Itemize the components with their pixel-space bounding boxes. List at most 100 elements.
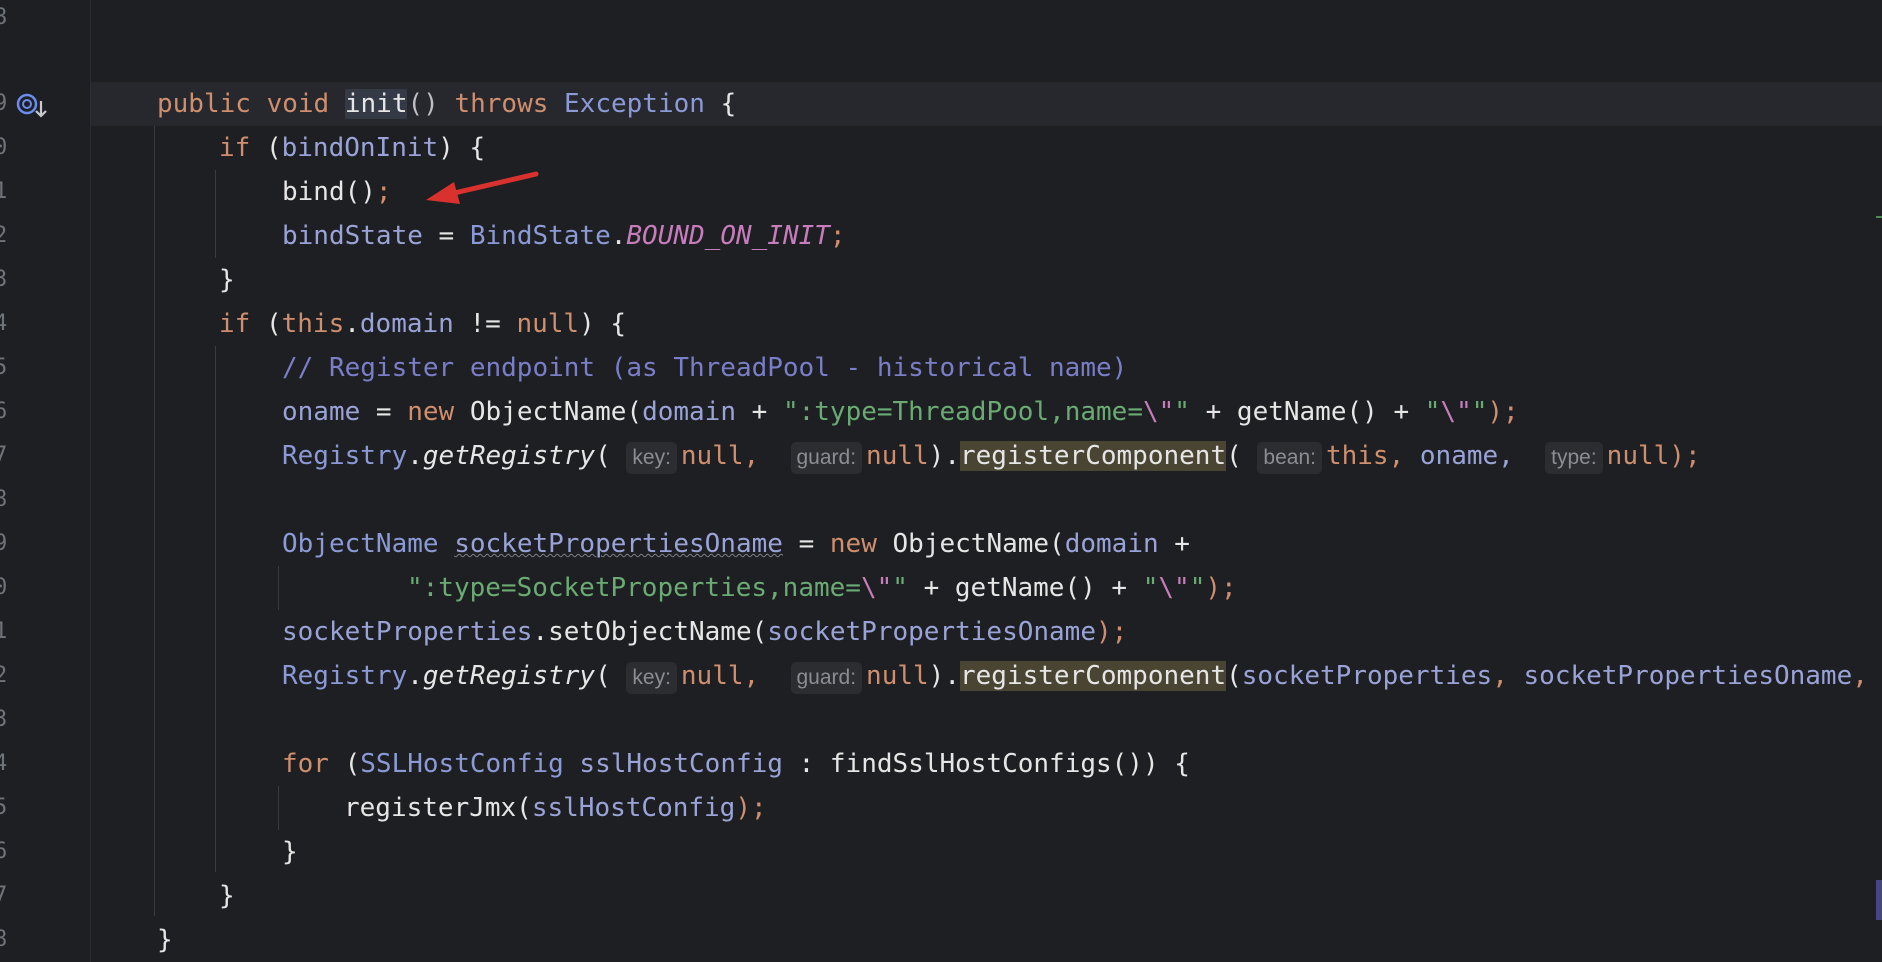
code-token: (: [1226, 441, 1242, 471]
line-number: 1: [0, 179, 8, 204]
code-token: }: [157, 925, 173, 955]
keyword: new: [829, 529, 877, 559]
type-name: BindState: [469, 221, 611, 251]
highlighted-usage: registerComponent: [959, 661, 1227, 691]
local-variable: socketPropertiesOname: [767, 617, 1096, 647]
escape-sequence: \": [860, 573, 893, 603]
keyword: if: [219, 309, 251, 339]
code-line: Registry.getRegistry( key: null, guard: nu…: [282, 434, 1701, 478]
line-number: 4: [0, 751, 8, 776]
code-token: );: [735, 793, 767, 823]
code-token: ) {: [438, 133, 486, 163]
code-token: ,: [1492, 661, 1524, 691]
override-down-icon[interactable]: [16, 92, 50, 120]
code-line: }: [282, 830, 298, 874]
method-call: registerJmx(: [344, 793, 532, 823]
line-number: 7: [0, 443, 8, 468]
line-number: 6: [0, 839, 8, 864]
local-variable: socketPropertiesOname: [454, 529, 783, 559]
keyword: throws: [454, 89, 549, 119]
code-line: for (SSLHostConfig sslHostConfig : findS…: [282, 742, 1190, 786]
code-token: }: [219, 265, 235, 295]
code-token: + getName() +: [1189, 397, 1425, 427]
constant: BOUND_ON_INIT: [626, 221, 830, 251]
static-method: getRegistry: [422, 441, 596, 471]
code-token: (: [595, 661, 611, 691]
code-line: if (this.domain != null) {: [219, 302, 626, 346]
type-name: ObjectName: [282, 529, 439, 559]
code-token: (: [250, 133, 282, 163]
code-line: Registry.getRegistry( key: null, guard: nu…: [282, 654, 1868, 698]
escape-sequence: \": [1158, 573, 1190, 603]
line-number: 1: [0, 619, 8, 644]
comment: // Register endpoint (as ThreadPool - hi…: [282, 353, 1128, 383]
line-number: 8: [0, 927, 8, 952]
code-line: bindState = BindState.BOUND_ON_INIT;: [282, 214, 846, 258]
keyword: public: [157, 89, 251, 119]
code-line: socketProperties.setObjectName(socketPro…: [282, 610, 1127, 654]
annotation-arrow: [426, 171, 539, 204]
line-number: 2: [0, 223, 8, 248]
code-editor[interactable]: public void init() throws Exception { if…: [91, 0, 1882, 962]
string-literal: ":type=ThreadPool,name=: [782, 397, 1143, 427]
string-literal: ": [1142, 573, 1159, 603]
code-token: (: [250, 309, 282, 339]
code-token: ) {: [579, 309, 627, 339]
parameter-hint: guard:: [790, 442, 863, 474]
line-number: 0: [0, 575, 8, 600]
method-call: bind(): [282, 177, 376, 207]
escape-sequence: \": [1142, 397, 1175, 427]
code-token: .: [610, 221, 627, 251]
code-token: {: [704, 89, 737, 119]
code-token: );: [1487, 397, 1519, 427]
highlighted-usage: registerComponent: [959, 441, 1227, 471]
type-name: SSLHostConfig: [360, 749, 564, 779]
keyword: null,: [680, 441, 760, 471]
keyword: this,: [1325, 441, 1405, 471]
line-number: 9: [0, 531, 8, 556]
keyword: null: [516, 309, 580, 339]
code-token: ).: [928, 441, 960, 471]
keyword: new: [407, 397, 455, 427]
code-token: .: [344, 309, 360, 339]
code-token: );: [1096, 617, 1128, 647]
line-number: 6: [0, 399, 8, 424]
code-line: }: [219, 258, 235, 302]
code-line: // Register endpoint (as ThreadPool - hi…: [282, 346, 1127, 390]
method-call: .setObjectName(: [532, 617, 768, 647]
keyword: this: [281, 309, 345, 339]
code-line: public void init() throws Exception {: [157, 82, 736, 126]
string-literal: ": [892, 573, 908, 603]
code-line: ":type=SocketProperties,name=\"" + getNa…: [407, 566, 1237, 610]
local-variable: socketPropertiesOname: [1523, 661, 1853, 691]
string-literal: ": [1189, 573, 1206, 603]
indent-guide: [278, 566, 279, 610]
field-ref: oname: [282, 397, 361, 427]
keyword: null: [1606, 441, 1670, 471]
code-token: ;: [375, 177, 392, 207]
code-token: : findSslHostConfigs()) {: [782, 749, 1190, 779]
field-ref: domain: [1064, 529, 1159, 559]
indent-guide: [215, 346, 216, 872]
code-token: ,: [1852, 661, 1868, 691]
string-literal: ": [1174, 397, 1190, 427]
code-token: (): [407, 89, 439, 119]
scrollbar-marker[interactable]: [1876, 880, 1882, 920]
type-name: Registry: [282, 661, 408, 691]
indent-guide: [154, 126, 155, 916]
code-line: }: [157, 918, 173, 962]
indent-guide: [215, 170, 216, 258]
scrollbar-change-marker[interactable]: [1876, 216, 1882, 218]
line-number-gutter: 8 9 0 1 2 3 4 5 6 7 8 9 0 1 2 3 4 5 6 7 …: [0, 0, 91, 962]
parameter-hint: key:: [626, 662, 677, 694]
field-ref: socketProperties: [282, 617, 533, 647]
static-method: getRegistry: [422, 661, 596, 691]
escape-sequence: \": [1440, 397, 1472, 427]
code-token: );: [1205, 573, 1237, 603]
line-number: 3: [0, 707, 8, 732]
code-line: }: [219, 874, 235, 918]
code-line: ObjectName socketPropertiesOname = new O…: [282, 522, 1190, 566]
string-literal: ":type=SocketProperties,name=: [407, 573, 861, 603]
method-name[interactable]: init: [344, 89, 408, 119]
type-name: Exception: [564, 89, 705, 119]
